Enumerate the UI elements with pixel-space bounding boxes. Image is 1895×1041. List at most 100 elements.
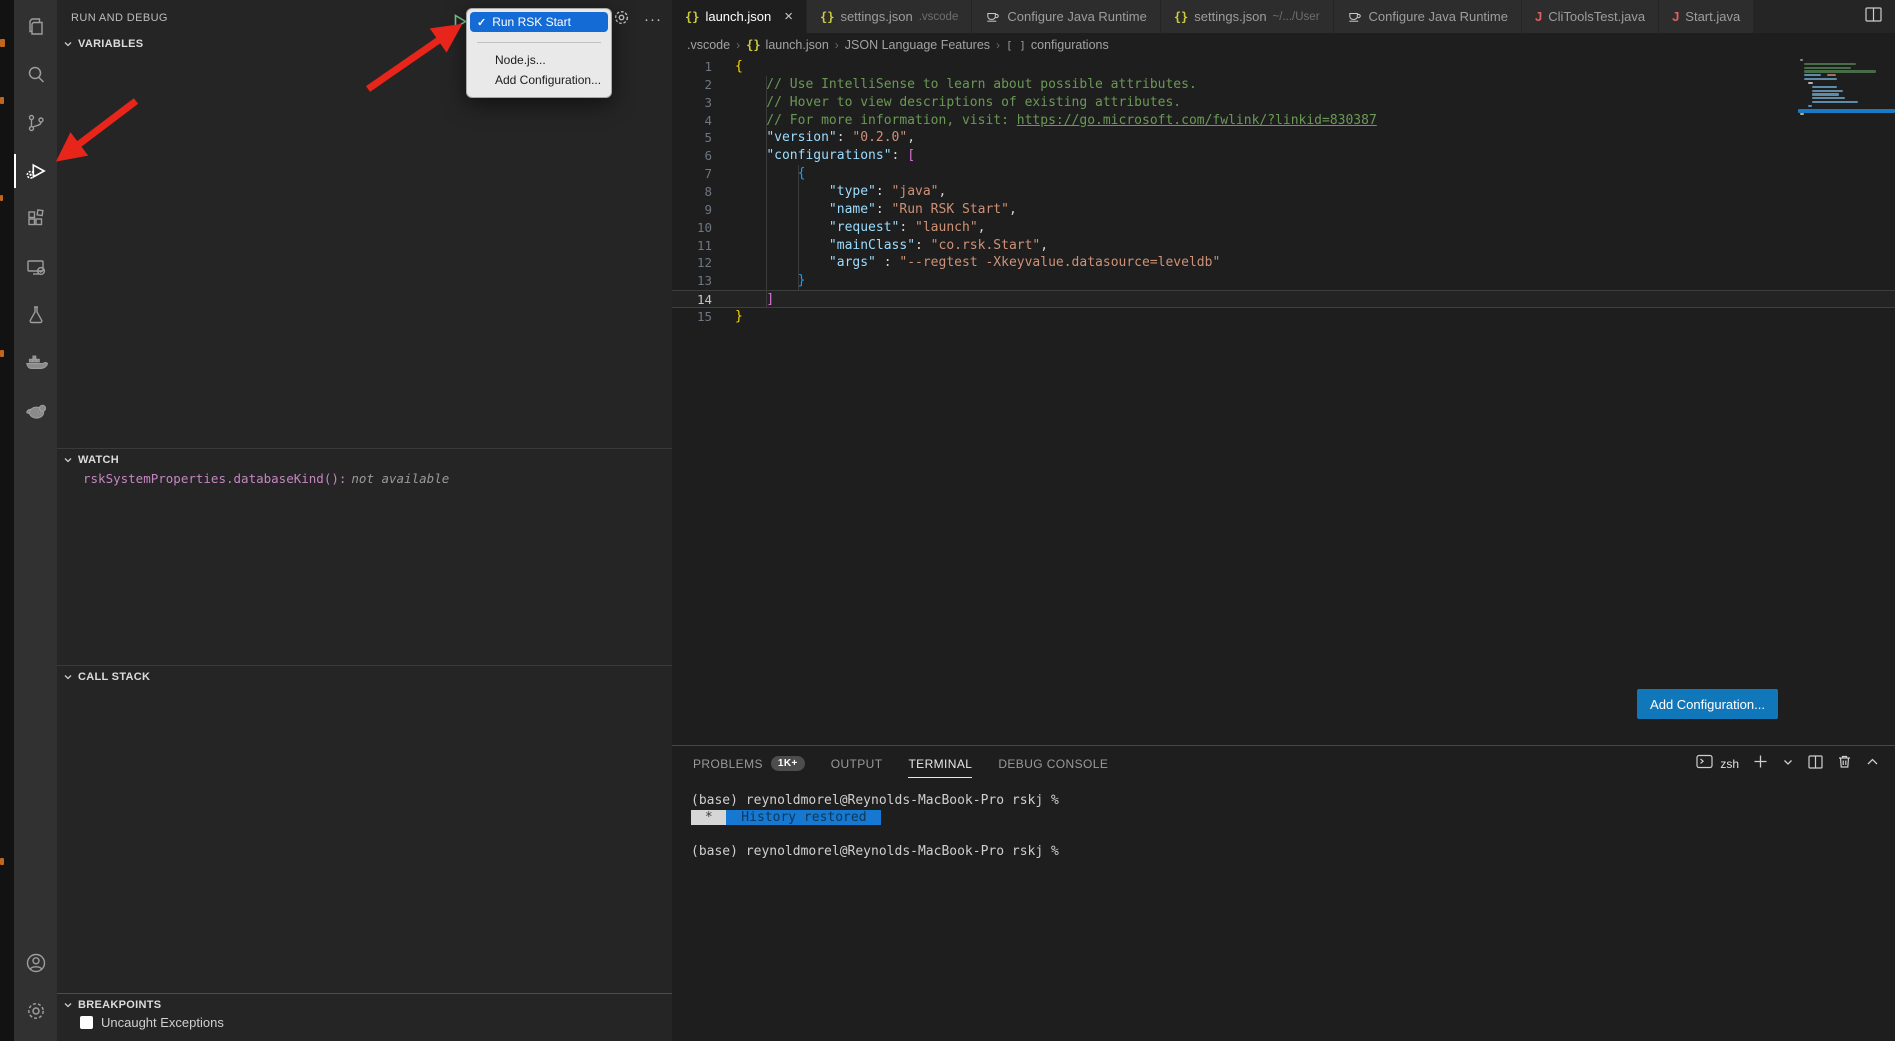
line-number[interactable]: 6 — [672, 147, 712, 165]
code-line[interactable]: 9 "name": "Run RSK Start", — [672, 201, 1895, 219]
line-number[interactable]: 15 — [672, 308, 712, 326]
json-icon: {} — [746, 38, 760, 52]
editor-tab[interactable]: JStart.java — [1659, 0, 1754, 33]
new-terminal-icon[interactable] — [1753, 754, 1768, 774]
panel-tab[interactable]: TERMINAL — [908, 746, 972, 781]
json-icon: {} — [820, 10, 834, 24]
terminal-line — [691, 826, 1895, 843]
line-number[interactable]: 12 — [672, 254, 712, 272]
tab-label: Configure Java Runtime — [1369, 9, 1508, 24]
breakpoint-checkbox[interactable] — [80, 1016, 93, 1029]
extensions-icon[interactable] — [14, 195, 57, 243]
line-number[interactable]: 7 — [672, 165, 712, 183]
code-text[interactable]: { — [712, 165, 1895, 183]
shell-label[interactable]: zsh — [1720, 757, 1739, 771]
watch-section-header[interactable]: WATCH — [57, 448, 672, 470]
editor-tab[interactable]: Configure Java Runtime — [1334, 0, 1522, 33]
explorer-icon[interactable] — [14, 3, 57, 51]
add-configuration-button[interactable]: Add Configuration... — [1637, 689, 1778, 719]
code-text[interactable]: "name": "Run RSK Start", — [712, 201, 1895, 219]
code-text[interactable]: // Hover to view descriptions of existin… — [712, 94, 1895, 112]
editor-tab[interactable]: {}settings.json.vscode — [807, 0, 972, 33]
testing-icon[interactable] — [14, 291, 57, 339]
gear-icon[interactable] — [613, 9, 630, 31]
line-number[interactable]: 2 — [672, 76, 712, 94]
line-number[interactable]: 3 — [672, 94, 712, 112]
line-number[interactable]: 5 — [672, 129, 712, 147]
gradle-icon[interactable] — [14, 387, 57, 435]
code-line[interactable]: 13 } — [672, 272, 1895, 290]
minimap[interactable] — [1798, 57, 1895, 121]
code-line[interactable]: 1{ — [672, 58, 1895, 76]
source-control-icon[interactable] — [14, 99, 57, 147]
code-line[interactable]: 4 // For more information, visit: https:… — [672, 112, 1895, 130]
split-terminal-icon[interactable] — [1808, 755, 1823, 774]
line-number[interactable]: 14 — [672, 291, 712, 307]
breadcrumb-item[interactable]: [ ]configurations — [1006, 38, 1109, 52]
watch-expression-row[interactable]: rskSystemProperties.databaseKind():not a… — [83, 471, 449, 486]
breadcrumb-item[interactable]: JSON Language Features — [845, 38, 990, 52]
panel-tab[interactable]: DEBUG CONSOLE — [998, 746, 1108, 781]
search-icon[interactable] — [14, 51, 57, 99]
accounts-icon[interactable] — [14, 939, 57, 987]
breadcrumb-item[interactable]: {}launch.json — [746, 38, 829, 52]
maximize-panel-icon[interactable] — [1866, 755, 1879, 773]
launch-profile-chevron-icon[interactable] — [1782, 755, 1794, 773]
code-line[interactable]: 6 "configurations": [ — [672, 147, 1895, 165]
code-line[interactable]: 5 "version": "0.2.0", — [672, 129, 1895, 147]
code-line[interactable]: 3 // Hover to view descriptions of exist… — [672, 94, 1895, 112]
code-text[interactable]: "version": "0.2.0", — [712, 129, 1895, 147]
split-editor-icon[interactable] — [1865, 7, 1882, 27]
dropdown-item[interactable]: Node.js... — [467, 50, 611, 70]
code-text[interactable]: { — [712, 58, 1895, 76]
minimap-line — [1808, 82, 1813, 84]
call-stack-section-header[interactable]: CALL STACK — [57, 665, 672, 687]
code-line[interactable]: 8 "type": "java", — [672, 183, 1895, 201]
code-line[interactable]: 15} — [672, 308, 1895, 326]
editor-tab[interactable]: {}settings.json~/.../User — [1161, 0, 1334, 33]
settings-gear-icon[interactable] — [14, 987, 57, 1035]
code-line[interactable]: 7 { — [672, 165, 1895, 183]
code-line[interactable]: 12 "args" : "--regtest -Xkeyvalue.dataso… — [672, 254, 1895, 272]
breadcrumb-item[interactable]: .vscode — [687, 38, 730, 52]
kill-terminal-trash-icon[interactable] — [1837, 754, 1852, 774]
code-editor[interactable]: 1{2 // Use IntelliSense to learn about p… — [672, 57, 1895, 745]
editor-tab[interactable]: JCliToolsTest.java — [1522, 0, 1659, 33]
panel-tab[interactable]: PROBLEMS1K+ — [693, 746, 805, 781]
line-number[interactable]: 9 — [672, 201, 712, 219]
line-number[interactable]: 10 — [672, 219, 712, 237]
code-text[interactable]: "request": "launch", — [712, 219, 1895, 237]
code-text[interactable]: "configurations": [ — [712, 147, 1895, 165]
code-text[interactable]: // Use IntelliSense to learn about possi… — [712, 76, 1895, 94]
dropdown-selected-item[interactable]: ✓ Run RSK Start — [470, 12, 608, 32]
code-line[interactable]: 2 // Use IntelliSense to learn about pos… — [672, 76, 1895, 94]
code-text[interactable]: } — [712, 272, 1895, 290]
line-number[interactable]: 11 — [672, 237, 712, 255]
code-text[interactable]: "mainClass": "co.rsk.Start", — [712, 237, 1895, 255]
line-number[interactable]: 13 — [672, 272, 712, 290]
code-text[interactable]: ] — [712, 291, 1895, 307]
line-number[interactable]: 4 — [672, 112, 712, 130]
dropdown-item[interactable]: Add Configuration... — [467, 70, 611, 90]
editor-tab[interactable]: {}launch.json× — [672, 0, 807, 33]
line-number[interactable]: 8 — [672, 183, 712, 201]
panel-tab[interactable]: OUTPUT — [831, 746, 883, 781]
run-and-debug-icon[interactable] — [14, 147, 57, 195]
chevron-down-icon — [63, 672, 73, 682]
docker-icon[interactable] — [14, 339, 57, 387]
code-line[interactable]: 14 ] — [672, 290, 1895, 308]
code-text[interactable]: // For more information, visit: https://… — [712, 112, 1895, 130]
breakpoints-section-header[interactable]: BREAKPOINTS — [57, 993, 672, 1015]
code-text[interactable]: "args" : "--regtest -Xkeyvalue.datasourc… — [712, 254, 1895, 272]
close-icon[interactable]: × — [784, 9, 793, 24]
watch-expression: rskSystemProperties.databaseKind(): — [83, 471, 346, 486]
editor-tab[interactable]: Configure Java Runtime — [972, 0, 1160, 33]
line-number[interactable]: 1 — [672, 58, 712, 76]
code-text[interactable]: "type": "java", — [712, 183, 1895, 201]
code-line[interactable]: 11 "mainClass": "co.rsk.Start", — [672, 237, 1895, 255]
more-actions-icon[interactable]: ··· — [644, 15, 662, 25]
remote-explorer-icon[interactable] — [14, 243, 57, 291]
code-text[interactable]: } — [712, 308, 1895, 326]
terminal-output[interactable]: (base) reynoldmorel@Reynolds-MacBook-Pro… — [672, 781, 1895, 860]
code-line[interactable]: 10 "request": "launch", — [672, 219, 1895, 237]
